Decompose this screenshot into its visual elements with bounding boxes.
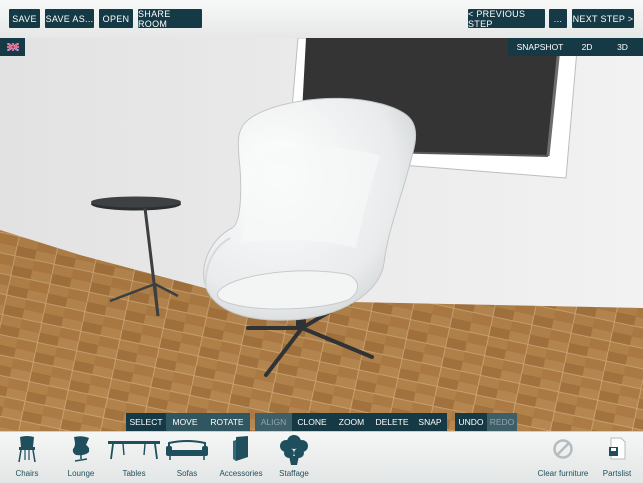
clear-furniture-label: Clear furniture: [537, 469, 589, 478]
category-label: Lounge: [67, 469, 95, 478]
tool-group-history: UNDO REDO: [455, 413, 517, 431]
open-button[interactable]: OPEN: [99, 9, 133, 28]
view-mode-bar: SNAPSHOT 2D 3D: [508, 38, 643, 56]
redo-button[interactable]: REDO: [487, 413, 517, 431]
clear-icon: [553, 439, 573, 459]
category-accessories[interactable]: Accessories: [219, 432, 263, 482]
room-3d-viewport[interactable]: [0, 38, 643, 431]
rotate-tool-button[interactable]: ROTATE: [204, 413, 250, 431]
save-button[interactable]: SAVE: [9, 9, 40, 28]
tool-group-edit: ALIGN CLONE ZOOM DELETE SNAP: [255, 413, 447, 431]
align-tool-button[interactable]: ALIGN: [255, 413, 292, 431]
language-button[interactable]: [0, 38, 25, 56]
category-sofas[interactable]: Sofas: [164, 432, 210, 482]
accessories-icon: [233, 436, 248, 461]
view-2d-button[interactable]: 2D: [572, 38, 602, 56]
lounge-chair-icon: [72, 436, 90, 462]
snapshot-button[interactable]: SNAPSHOT: [508, 38, 572, 56]
chair-icon: [18, 436, 36, 463]
select-tool-button[interactable]: SELECT: [126, 413, 166, 431]
uk-flag-icon: [6, 43, 19, 51]
category-label: Sofas: [176, 469, 198, 478]
move-tool-button[interactable]: MOVE: [166, 413, 204, 431]
category-label: Staffage: [279, 469, 309, 478]
sofa-icon: [166, 440, 208, 460]
clone-tool-button[interactable]: CLONE: [292, 413, 332, 431]
snap-tool-button[interactable]: SNAP: [413, 413, 447, 431]
category-tables[interactable]: Tables: [106, 432, 162, 482]
room-render: [0, 38, 643, 431]
category-label: Accessories: [219, 469, 263, 478]
previous-step-button[interactable]: < PREVIOUS STEP: [468, 9, 545, 29]
category-label: Chairs: [15, 469, 39, 478]
undo-button[interactable]: UNDO: [455, 413, 487, 431]
partslist-label: Partslist: [602, 469, 632, 478]
zoom-tool-button[interactable]: ZOOM: [332, 413, 371, 431]
save-as-button[interactable]: SAVE AS...: [45, 9, 94, 28]
more-steps-button[interactable]: ...: [549, 9, 567, 28]
next-step-button[interactable]: NEXT STEP >: [572, 9, 634, 28]
delete-tool-button[interactable]: DELETE: [371, 413, 413, 431]
view-3d-button[interactable]: 3D: [602, 38, 643, 56]
table-icon: [108, 441, 160, 460]
category-staffage[interactable]: Staffage: [274, 432, 314, 482]
partslist-icon: [609, 437, 626, 460]
tool-group-transform: SELECT MOVE ROTATE: [126, 413, 250, 431]
category-label: Tables: [122, 469, 146, 478]
plant-icon: [280, 435, 308, 465]
category-lounge[interactable]: Lounge: [62, 432, 100, 482]
partslist-button[interactable]: Partslist: [598, 432, 636, 482]
clear-furniture-button[interactable]: Clear furniture: [536, 432, 590, 482]
category-chairs[interactable]: Chairs: [8, 432, 46, 482]
share-room-button[interactable]: SHARE ROOM: [138, 9, 202, 29]
top-bar: [0, 0, 643, 39]
